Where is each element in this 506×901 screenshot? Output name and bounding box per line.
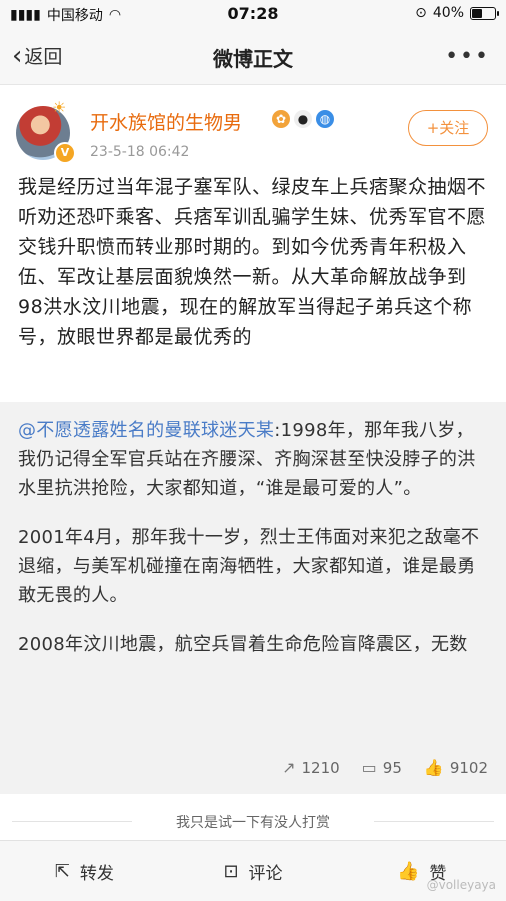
comment-icon: ⊡ (223, 860, 239, 882)
author-name[interactable]: 开水族馆的生物男 (90, 108, 242, 135)
repost-count[interactable]: ↗ 1210 (282, 758, 340, 777)
post-time: 23-5-18 06:42 (90, 144, 190, 160)
verified-badge-icon: V (54, 142, 76, 164)
battery-icon (470, 6, 499, 20)
repost-button[interactable]: ⇱ 转发 (0, 841, 169, 901)
comment-label: 评论 (248, 863, 283, 884)
nav-bar: ‹ 返回 微博正文 ••• (0, 30, 506, 85)
more-icon[interactable]: ••• (445, 44, 490, 69)
post-text: 我是经历过当年混子塞军队、绿皮车上兵痞聚众抽烟不听劝还恐吓乘客、兵痞军训乱骗学生… (18, 176, 487, 348)
status-bar: ▮▮▮▮ 中国移动 ◠ 07:28 ⊙ 40% (0, 0, 506, 30)
thumbs-up-icon: 👍 (423, 758, 444, 777)
share-icon: ↗ (282, 758, 296, 777)
reward-text[interactable]: 我只是试一下有没人打赏 (0, 812, 506, 832)
panda-icon: ● (294, 110, 312, 128)
repost-stats: ↗ 1210 ▭ 95 👍 9102 (260, 758, 488, 777)
page-title: 微博正文 (213, 47, 293, 71)
mention-link[interactable]: @不愿透露姓名的曼联球迷天某 (18, 420, 274, 441)
orientation-lock-icon: ⊙ (415, 5, 427, 21)
repost-text: @不愿透露姓名的曼联球迷天某:1998年，那年我八岁，我仍记得全军官兵站在齐腰深… (18, 416, 488, 679)
battery-percent: 40% (432, 5, 464, 21)
badge-icon: ✿ (272, 110, 290, 128)
follow-button[interactable]: +关注 (408, 110, 488, 146)
repost-label: 转发 (79, 863, 114, 884)
comment-button[interactable]: ⊡ 评论 (169, 841, 338, 901)
comment-count[interactable]: ▭ 95 (362, 758, 402, 777)
author-badges: ✿ ● ◍ (272, 110, 334, 128)
thumbs-up-icon: 👍 (396, 860, 420, 882)
like-count[interactable]: 👍 9102 (424, 758, 488, 777)
comment-count-value: 95 (382, 758, 402, 777)
author-row: ☀ V 开水族馆的生物男 ✿ ● ◍ 23-5-18 06:42 +关注 (0, 90, 506, 170)
share-icon: ⇱ (54, 860, 70, 882)
status-right: ⊙ 40% (415, 5, 499, 21)
repost-block[interactable]: @不愿透露姓名的曼联球迷天某:1998年，那年我八岁，我仍记得全军官兵站在齐腰深… (0, 402, 506, 794)
sun-icon: ☀ (52, 98, 67, 117)
watermark: @volleyaya (426, 878, 496, 892)
like-count-value: 9102 (449, 758, 488, 777)
repost-para-3: 2008年汶川地震，航空兵冒着生命危险盲降震区，无数 (18, 634, 468, 655)
like-button[interactable]: 👍 赞 (337, 841, 506, 901)
comment-icon: ▭ (361, 758, 377, 777)
repost-para-1: @不愿透露姓名的曼联球迷天某:1998年，那年我八岁，我仍记得全军官兵站在齐腰深… (18, 416, 488, 503)
repost-para-2: 2001年4月，那年我十一岁，烈士王伟面对来犯之敌毫不退缩，与美军机碰撞在南海牺… (18, 527, 480, 606)
globe-icon: ◍ (316, 110, 334, 128)
repost-count-value: 1210 (301, 758, 340, 777)
